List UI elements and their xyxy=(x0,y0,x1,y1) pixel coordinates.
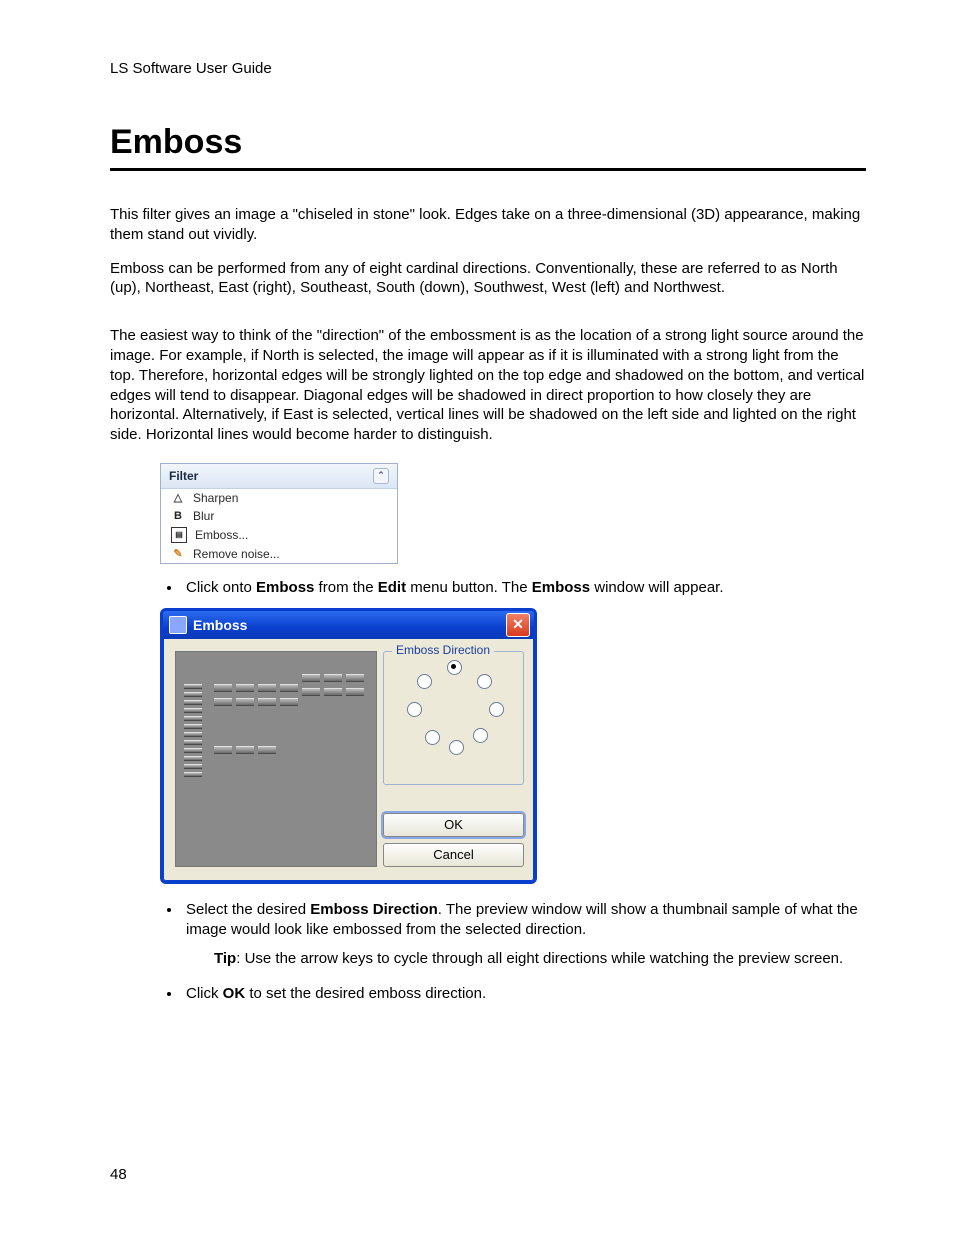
filter-item-emboss[interactable]: ▤ Emboss... xyxy=(161,525,397,545)
filter-panel-header[interactable]: Filter ⌃ xyxy=(161,464,397,489)
filter-item-remove-noise[interactable]: ✎ Remove noise... xyxy=(161,545,397,563)
page-title: Emboss xyxy=(110,123,866,162)
radio-northeast[interactable] xyxy=(477,674,492,689)
filter-item-blur[interactable]: B Blur xyxy=(161,507,397,525)
radio-north[interactable] xyxy=(447,660,462,675)
step-click-ok: Click OK to set the desired emboss direc… xyxy=(182,984,866,1004)
step-click-emboss: Click onto Emboss from the Edit menu but… xyxy=(182,578,866,598)
sharpen-icon: △ xyxy=(171,491,185,505)
dialog-title: Emboss xyxy=(193,617,247,633)
radio-northwest[interactable] xyxy=(417,674,432,689)
emboss-dialog-screenshot: Emboss ✕ xyxy=(160,608,537,884)
filter-item-label: Sharpen xyxy=(193,491,238,505)
radio-southwest[interactable] xyxy=(425,730,440,745)
radio-west[interactable] xyxy=(407,702,422,717)
filter-item-label: Emboss... xyxy=(195,528,248,542)
filter-item-label: Remove noise... xyxy=(193,547,280,561)
paragraph-intro-2: Emboss can be performed from any of eigh… xyxy=(110,259,866,299)
page-number: 48 xyxy=(110,1166,127,1183)
tip-line: Tip: Use the arrow keys to cycle through… xyxy=(214,949,866,969)
collapse-icon[interactable]: ⌃ xyxy=(373,468,389,484)
app-icon xyxy=(169,616,187,634)
radio-east[interactable] xyxy=(489,702,504,717)
cancel-button[interactable]: Cancel xyxy=(383,843,524,867)
running-header: LS Software User Guide xyxy=(110,60,866,77)
paragraph-intro-3: The easiest way to think of the "directi… xyxy=(110,326,866,445)
paragraph-intro-1: This filter gives an image a "chiseled i… xyxy=(110,205,866,245)
tip-label: Tip xyxy=(214,950,236,967)
remove-noise-icon: ✎ xyxy=(171,547,185,561)
title-rule xyxy=(110,168,866,171)
filter-panel-screenshot: Filter ⌃ △ Sharpen B Blur ▤ Emboss... ✎ … xyxy=(160,463,398,564)
filter-item-label: Blur xyxy=(193,509,214,523)
group-label: Emboss Direction xyxy=(392,643,494,657)
tip-text: : Use the arrow keys to cycle through al… xyxy=(236,950,843,967)
emboss-icon: ▤ xyxy=(171,527,187,543)
emboss-preview-image xyxy=(175,651,377,867)
close-button[interactable]: ✕ xyxy=(506,613,530,637)
filter-panel-title: Filter xyxy=(169,469,198,483)
emboss-direction-group: Emboss Direction xyxy=(383,651,524,785)
direction-radio-ring xyxy=(399,664,509,754)
radio-south[interactable] xyxy=(449,740,464,755)
ok-button[interactable]: OK xyxy=(383,813,524,837)
close-icon: ✕ xyxy=(512,616,524,633)
blur-icon: B xyxy=(171,509,185,523)
document-page: LS Software User Guide Emboss This filte… xyxy=(0,0,954,1235)
filter-item-sharpen[interactable]: △ Sharpen xyxy=(161,489,397,507)
step-select-direction: Select the desired Emboss Direction. The… xyxy=(182,900,866,940)
radio-southeast[interactable] xyxy=(473,728,488,743)
dialog-titlebar[interactable]: Emboss ✕ xyxy=(163,611,534,639)
